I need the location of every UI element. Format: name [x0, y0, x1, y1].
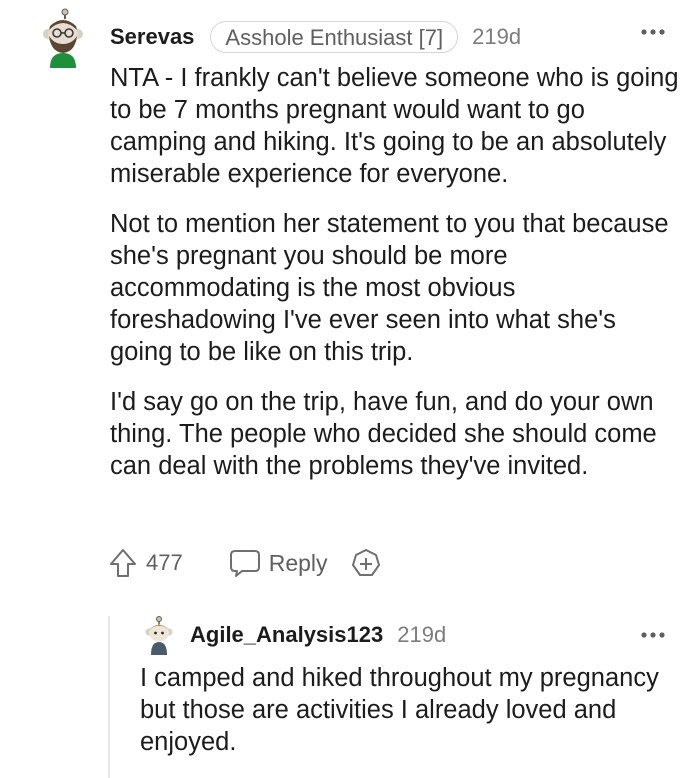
thread-line[interactable] [108, 616, 110, 778]
reply-user-avatar[interactable] [143, 615, 175, 655]
comment-paragraph: I'd say go on the trip, have fun, and do… [110, 388, 657, 480]
reply-more-options-button[interactable] [640, 625, 666, 645]
username[interactable]: Serevas [110, 24, 194, 50]
reply-label: Reply [268, 549, 328, 576]
snoo-avatar-icon [145, 616, 173, 655]
reply-body: I camped and hiked throughout my pregnan… [140, 662, 685, 758]
reply-header: Agile_Analysis123 219d [190, 620, 446, 650]
comment-age: 219d [472, 24, 522, 49]
comment-header: Serevas Asshole Enthusiast [7] 219d [110, 20, 521, 54]
add-award-icon [351, 549, 380, 576]
more-options-icon [641, 29, 665, 35]
reply-button[interactable]: Reply [229, 548, 328, 578]
speech-bubble-icon [229, 550, 260, 577]
award-button[interactable] [350, 547, 382, 579]
upvote-arrow-icon [110, 549, 136, 577]
upvote-button[interactable] [108, 547, 138, 579]
reply-paragraph: I camped and hiked throughout my pregnan… [140, 664, 659, 756]
comment-paragraph: Not to mention her statement to you that… [110, 210, 669, 366]
reply-age: 219d [397, 622, 447, 647]
comment-actions: 477 Reply [108, 543, 382, 583]
comment-paragraph: NTA - I frankly can't believe someone wh… [110, 64, 679, 188]
user-flair: Asshole Enthusiast [7] [210, 21, 459, 53]
more-options-button[interactable] [640, 22, 666, 42]
vote-score: 477 [146, 550, 183, 575]
more-options-icon [641, 632, 665, 638]
reply-username[interactable]: Agile_Analysis123 [190, 622, 383, 648]
user-avatar[interactable] [38, 8, 88, 68]
snoo-avatar-icon [43, 8, 83, 68]
comment-body: NTA - I frankly can't believe someone wh… [110, 62, 685, 500]
